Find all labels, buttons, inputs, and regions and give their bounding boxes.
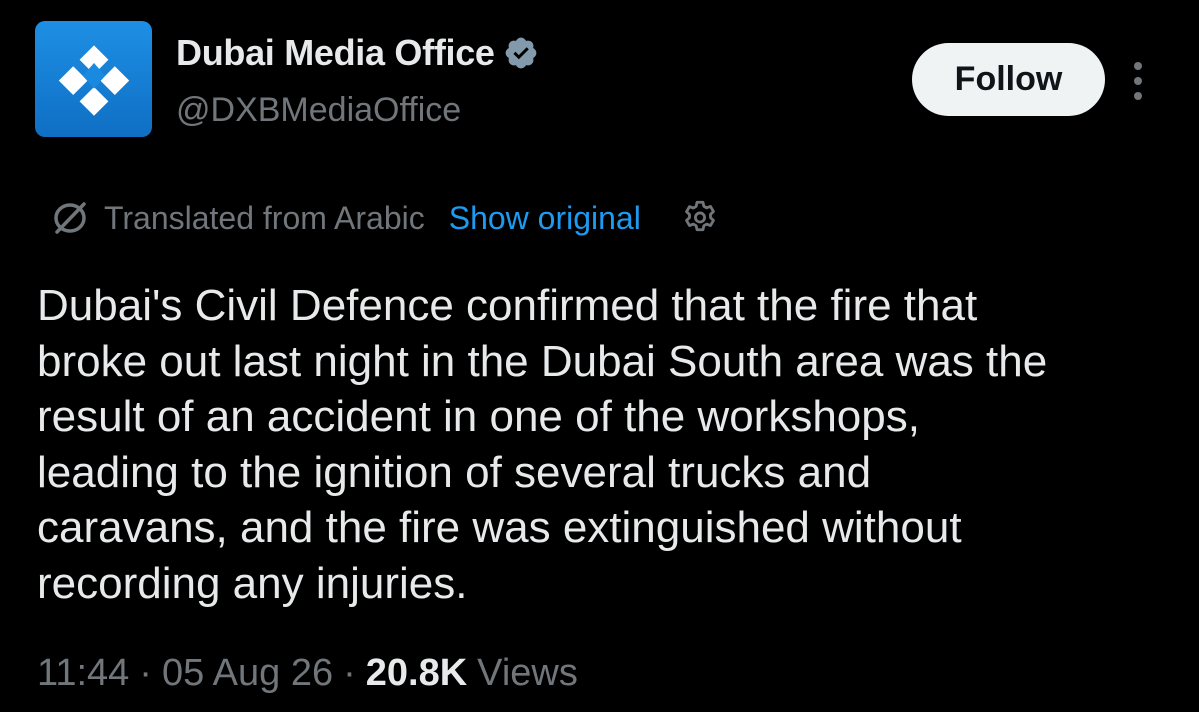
translation-bar: Translated from Arabic Show original [48,193,721,243]
views-label: Views [477,651,578,694]
more-options-icon[interactable] [1128,62,1148,100]
author-handle[interactable]: @DXBMediaOffice [176,88,461,132]
dubai-media-office-logo-icon [58,45,129,116]
author-display-name[interactable]: Dubai Media Office [176,32,495,74]
avatar[interactable] [35,21,152,137]
tweet-meta: 11:44 · 05 Aug 26 · 20.8K Views [37,645,578,701]
gear-icon[interactable] [679,197,721,239]
follow-button[interactable]: Follow [912,43,1105,116]
author-name-row: Dubai Media Office [176,28,539,78]
tweet-date[interactable]: 05 Aug 26 [162,652,333,695]
meta-separator: · [343,651,356,694]
tweet-time[interactable]: 11:44 [37,652,129,695]
verified-badge-icon[interactable] [503,35,539,71]
tweet-text: Dubai's Civil Defence confirmed that the… [37,281,1048,608]
show-original-link[interactable]: Show original [449,200,641,237]
meta-separator: · [139,651,152,694]
translate-icon [48,196,92,240]
views-count: 20.8K [365,651,468,694]
translated-from-label: Translated from Arabic [104,199,425,236]
